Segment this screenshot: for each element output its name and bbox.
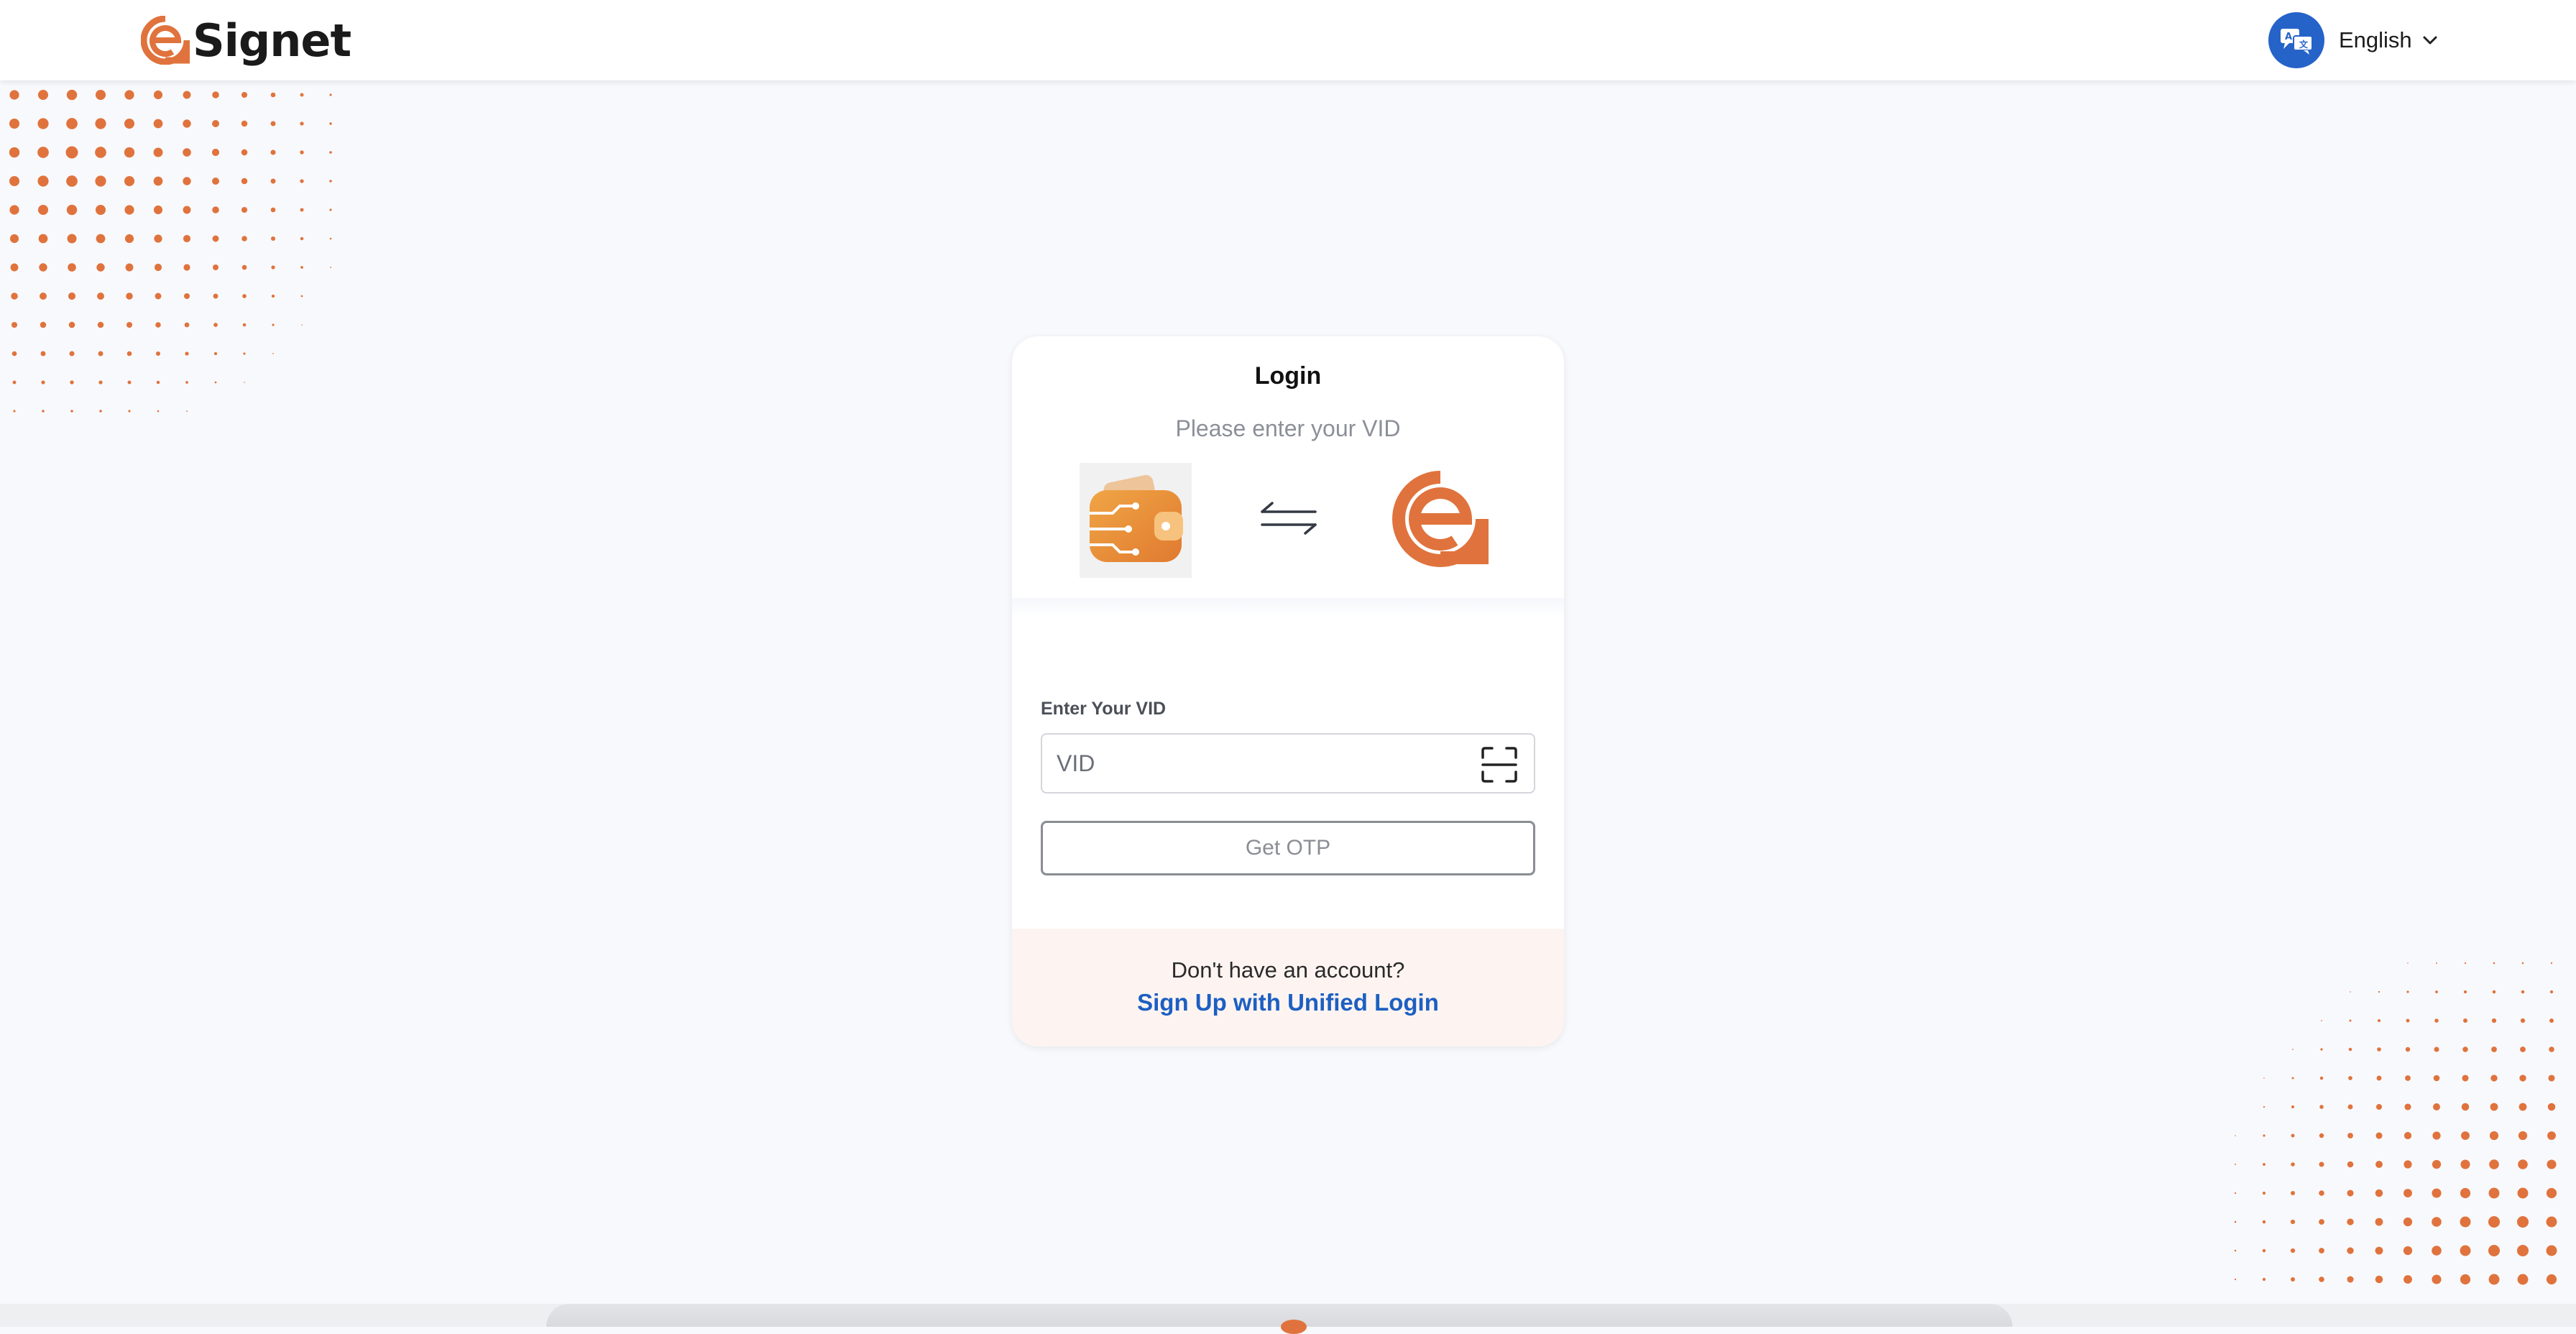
top-header: Signet A 文 English	[0, 0, 2576, 80]
signet-e-logo	[1392, 471, 1489, 567]
chevron-down-icon	[2423, 36, 2437, 45]
vid-input-container	[1041, 733, 1535, 794]
language-selector[interactable]: A 文 English	[2268, 12, 2438, 68]
svg-text:A: A	[2285, 32, 2292, 42]
vid-input[interactable]	[1042, 735, 1473, 792]
swap-arrows-icon	[1261, 502, 1317, 535]
brand-logo[interactable]: Signet	[141, 14, 351, 67]
vid-field-label: Enter Your VID	[1041, 699, 1167, 719]
signup-prompt: Don't have an account?	[1171, 957, 1405, 983]
header-divider	[1012, 598, 1564, 617]
login-title: Login	[1254, 362, 1322, 390]
signet-logo-icon	[141, 16, 190, 65]
language-label: English	[2339, 27, 2412, 52]
decorative-dots-top-left	[9, 89, 332, 413]
get-otp-button[interactable]: Get OTP	[1041, 821, 1535, 875]
login-card: Login Please enter your VID Enter Your V…	[1012, 336, 1564, 1046]
bottom-panel-edge	[546, 1304, 2012, 1327]
decorative-dots-bottom-right	[2234, 962, 2557, 1285]
wallet-circuit-logo	[1080, 463, 1192, 578]
brand-name: Signet	[193, 14, 351, 67]
qr-scan-icon[interactable]	[1481, 746, 1518, 783]
bottom-indicator-dot	[1281, 1320, 1307, 1334]
login-subtitle: Please enter your VID	[1175, 415, 1401, 441]
signup-footer: Don't have an account? Sign Up with Unif…	[1012, 929, 1564, 1046]
signup-unified-login-link[interactable]: Sign Up with Unified Login	[1012, 989, 1564, 1016]
svg-text:文: 文	[2299, 39, 2309, 50]
language-translate-icon: A 文	[2268, 12, 2324, 68]
